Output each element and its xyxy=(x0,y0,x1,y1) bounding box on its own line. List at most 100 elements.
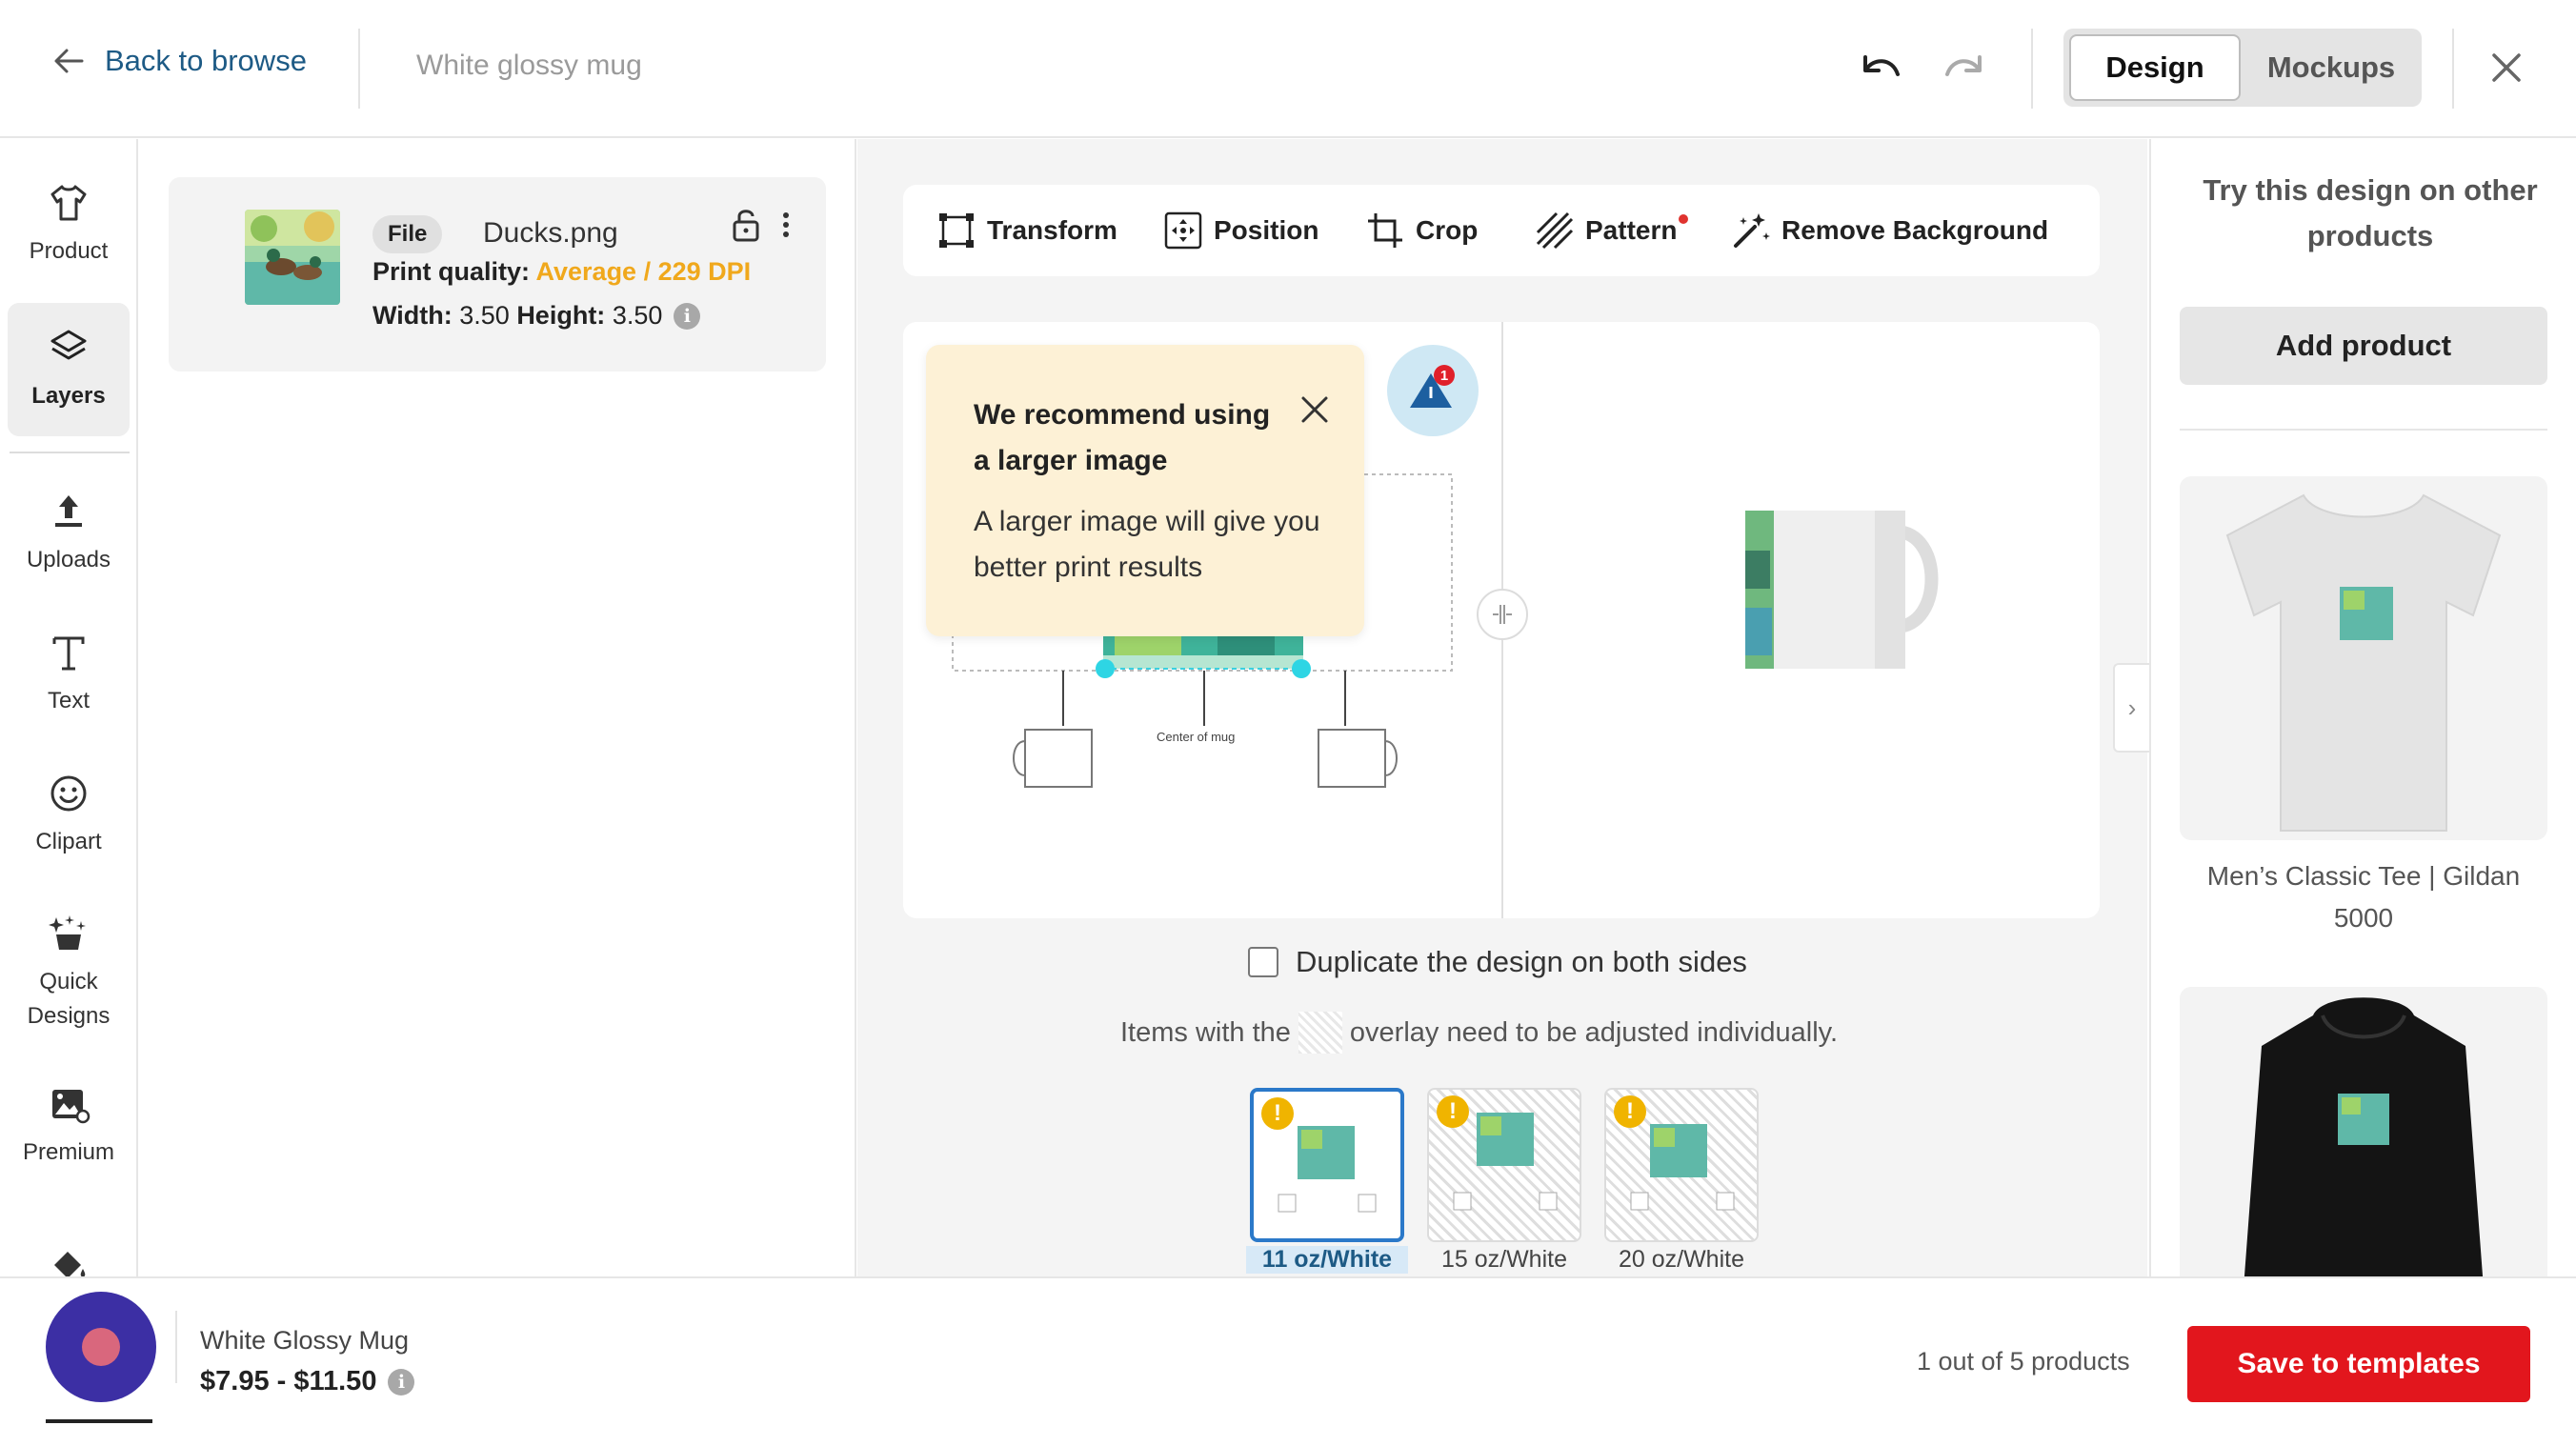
duplicate-option[interactable]: Duplicate the design on both sides xyxy=(1248,945,1747,979)
sidebar-divider xyxy=(10,452,130,453)
sidebar-item-label: Clipart xyxy=(35,829,102,854)
transform-icon xyxy=(939,213,974,248)
new-badge-dot xyxy=(1679,214,1689,224)
hoodie-image xyxy=(2244,997,2484,1276)
underline xyxy=(46,1419,152,1423)
record-dot-icon xyxy=(82,1328,120,1366)
shirt-icon xyxy=(50,185,87,221)
layer-item[interactable]: File Ducks.png Print quality: Average / … xyxy=(169,177,826,372)
sidebar-item-premium[interactable]: Premium xyxy=(8,1059,130,1193)
sidebar-item-label: Quick Designs xyxy=(27,969,111,1029)
position-icon xyxy=(1164,211,1202,250)
back-to-browse-link[interactable]: Back to browse xyxy=(50,42,307,80)
product-card-hoodie[interactable] xyxy=(2180,987,2547,1276)
pattern-tool[interactable]: Pattern xyxy=(1534,185,1689,276)
premium-image-icon xyxy=(52,1090,91,1124)
sparkle-icon xyxy=(49,915,86,950)
warning-icon: ! xyxy=(1614,1095,1646,1128)
product-card-name: Men’s Classic Tee | Gildan 5000 xyxy=(2206,861,2521,933)
sidebar-item-label: Product xyxy=(29,238,109,264)
duplicate-label: Duplicate the design on both sides xyxy=(1296,945,1747,978)
sidebar-item-layers[interactable]: Layers xyxy=(8,303,130,436)
product-title: White glossy mug xyxy=(416,50,642,81)
variant-20oz[interactable]: ! xyxy=(1604,1088,1759,1242)
split-drag-handle[interactable] xyxy=(1477,589,1528,640)
divider xyxy=(358,29,360,109)
sidebar-item-paint[interactable] xyxy=(8,1204,130,1276)
redo-icon[interactable] xyxy=(1942,48,1987,90)
duplicate-checkbox[interactable] xyxy=(1248,947,1278,977)
save-to-templates-button[interactable]: Save to templates xyxy=(2187,1326,2530,1402)
file-name: Ducks.png xyxy=(483,217,618,249)
ducks-image-icon xyxy=(245,210,340,305)
sidebar-item-quick-designs[interactable]: Quick Designs xyxy=(8,892,130,1054)
product-card-tee[interactable] xyxy=(2180,476,2547,840)
paint-bucket-icon xyxy=(54,1252,86,1276)
info-icon[interactable]: i xyxy=(388,1368,415,1396)
tab-design[interactable]: Design xyxy=(2069,34,2241,101)
crop-tool[interactable]: Crop xyxy=(1364,185,1478,276)
footer-product-name: White Glossy Mug xyxy=(200,1326,410,1355)
print-quality: Print quality: Average / 229 DPI xyxy=(372,257,751,287)
height-label: Height: xyxy=(516,301,606,330)
add-product-button[interactable]: Add product xyxy=(2180,307,2547,385)
layer-dimensions: Width: 3.50 Height: 3.50 i xyxy=(372,301,701,331)
unlock-icon[interactable] xyxy=(729,206,763,244)
tool-label: Transform xyxy=(987,215,1117,245)
position-tool[interactable]: Position xyxy=(1162,185,1318,276)
remove-background-tool[interactable]: Remove Background xyxy=(1730,185,2048,276)
footer-price: $7.95 - $11.50 i xyxy=(200,1366,415,1397)
tool-label: Pattern xyxy=(1585,215,1678,245)
height-value: 3.50 xyxy=(612,301,663,330)
sidebar-item-uploads[interactable]: Uploads xyxy=(8,467,130,600)
product-count: 1 out of 5 products xyxy=(1917,1347,2130,1376)
warning-icon: ! xyxy=(1437,1095,1469,1128)
sidebar-item-product[interactable]: Product xyxy=(8,158,130,291)
variant-label: 11 oz/White xyxy=(1246,1246,1408,1274)
upload-icon xyxy=(55,495,82,527)
crop-icon xyxy=(1368,213,1402,248)
variant-15oz[interactable]: ! xyxy=(1427,1088,1581,1242)
width-label: Width: xyxy=(372,301,453,330)
print-quality-label: Print quality: xyxy=(372,257,531,286)
sidebar-item-label: Uploads xyxy=(26,547,111,572)
sidebar-item-text[interactable]: Text xyxy=(8,608,130,741)
design-workspace: Transform Position Crop Pattern Remove B… xyxy=(857,139,2147,1276)
undo-icon[interactable] xyxy=(1858,48,1903,90)
assistant-button[interactable] xyxy=(46,1292,156,1402)
file-type-badge: File xyxy=(372,215,443,253)
warning-count: 1 xyxy=(1440,368,1448,384)
mug-preview xyxy=(1745,511,1939,669)
variant-label: 20 oz/White xyxy=(1618,1246,1744,1273)
info-icon[interactable]: i xyxy=(674,302,701,330)
print-warning-button[interactable]: 1 xyxy=(1387,345,1479,436)
overlay-note-before: Items with the xyxy=(1120,1016,1291,1048)
smiley-icon xyxy=(50,775,87,812)
overlay-note-after: overlay need to be adjusted individually… xyxy=(1349,1016,1839,1048)
sidebar-item-label: Text xyxy=(47,688,90,713)
more-vertical-icon[interactable] xyxy=(778,206,794,244)
expand-panel-button[interactable]: › xyxy=(2113,663,2149,753)
sidebar-item-label: Layers xyxy=(31,383,106,409)
design-toolbar: Transform Position Crop Pattern Remove B… xyxy=(903,185,2100,276)
hatch-overlay-swatch xyxy=(1298,1012,1342,1054)
sidebar-item-clipart[interactable]: Clipart xyxy=(8,749,130,882)
tshirt-image xyxy=(2225,493,2502,832)
close-icon[interactable] xyxy=(1298,392,1332,427)
tab-mockups[interactable]: Mockups xyxy=(2246,34,2416,101)
other-products-panel: Try this design on other products Add pr… xyxy=(2149,139,2576,1276)
print-quality-value: Average / 229 DPI xyxy=(535,257,752,286)
arrow-left-icon xyxy=(54,49,84,73)
width-value: 3.50 xyxy=(459,301,510,330)
resize-horizontal-icon xyxy=(1493,605,1512,624)
layers-panel: File Ducks.png Print quality: Average / … xyxy=(140,139,856,1276)
divider xyxy=(2031,29,2033,109)
variant-label: 15 oz/White xyxy=(1440,1246,1567,1273)
variant-11oz[interactable]: ! xyxy=(1250,1088,1404,1242)
transform-tool[interactable]: Transform xyxy=(936,185,1117,276)
tool-label: Crop xyxy=(1416,215,1479,245)
close-icon[interactable] xyxy=(2486,48,2526,88)
view-toggle: Design Mockups xyxy=(2063,29,2422,107)
divider xyxy=(2452,29,2454,109)
design-canvas[interactable]: Center of mug We recommend using a large… xyxy=(903,322,2100,918)
